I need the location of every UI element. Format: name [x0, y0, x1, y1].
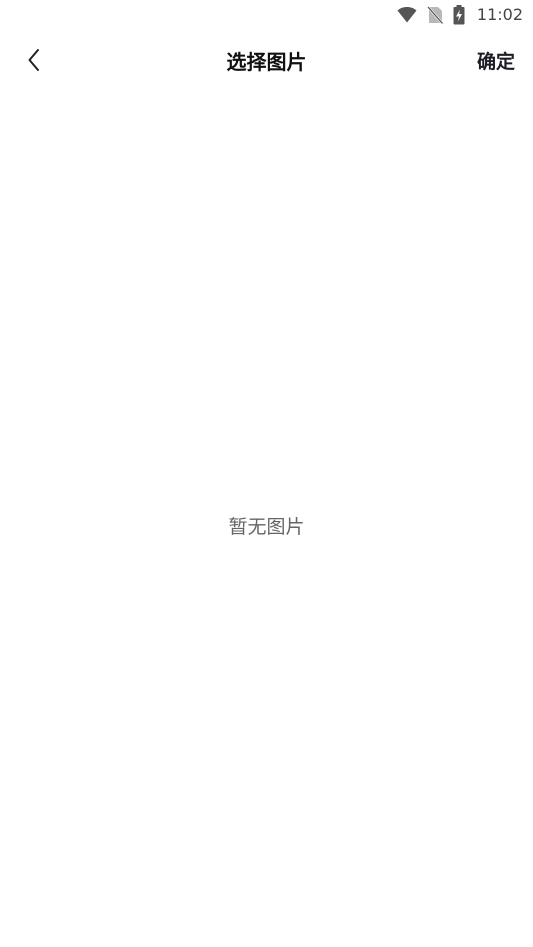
chevron-left-icon [27, 48, 41, 76]
back-button[interactable] [14, 46, 54, 78]
page-title: 选择图片 [226, 50, 307, 74]
status-time: 11:02 [476, 5, 523, 24]
status-icons: 11:02 [397, 4, 523, 26]
wifi-icon [397, 7, 417, 23]
no-sim-icon [426, 6, 443, 24]
nav-bar: 选择图片 确定 [0, 38, 533, 86]
confirm-button[interactable]: 确定 [477, 38, 515, 86]
battery-charging-icon [453, 5, 465, 25]
empty-state-message: 暂无图片 [228, 516, 305, 538]
status-bar: 11:02 [0, 0, 533, 30]
